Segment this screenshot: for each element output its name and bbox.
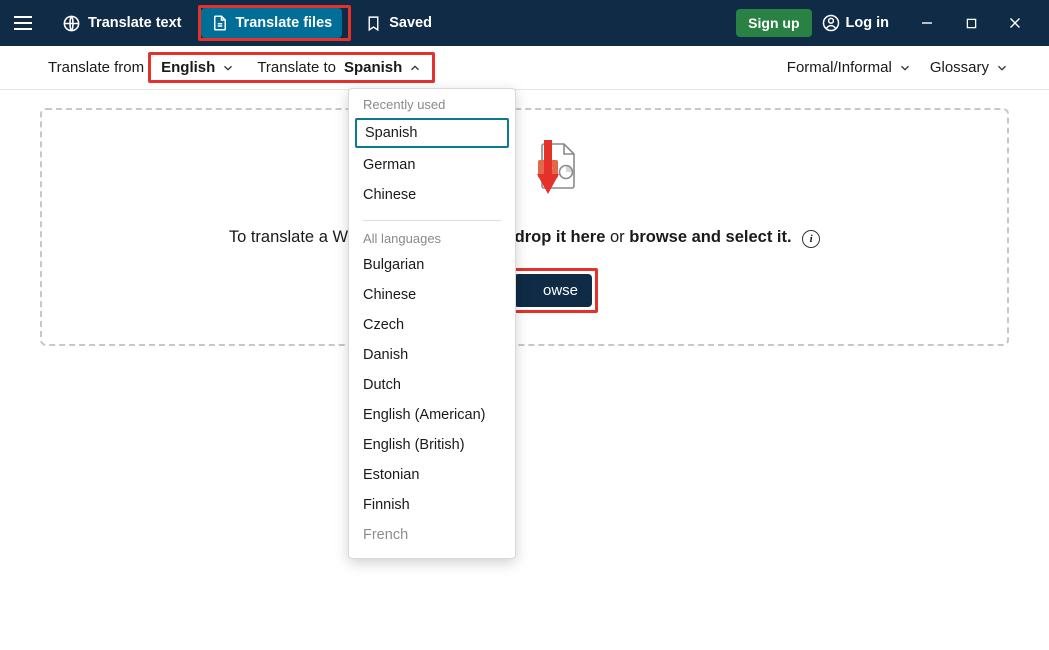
login-button[interactable]: Log in bbox=[822, 14, 890, 32]
dropdown-item[interactable]: Estonian bbox=[349, 460, 515, 490]
language-dropdown: Recently used Spanish German Chinese All… bbox=[348, 88, 516, 559]
formality-select[interactable]: Formal/Informal bbox=[787, 59, 912, 76]
nav-translate-files[interactable]: Translate files bbox=[201, 8, 343, 38]
window-minimize[interactable] bbox=[905, 8, 949, 38]
dropdown-item[interactable]: Danish bbox=[349, 340, 515, 370]
dropdown-item[interactable]: Chinese bbox=[349, 280, 515, 310]
dropdown-item[interactable]: Czech bbox=[349, 310, 515, 340]
window-close[interactable] bbox=[993, 8, 1037, 38]
chevron-down-icon bbox=[221, 61, 235, 75]
login-label: Log in bbox=[846, 15, 890, 31]
signup-label: Sign up bbox=[748, 15, 799, 31]
dropdown-item[interactable]: French bbox=[349, 520, 515, 550]
signup-button[interactable]: Sign up bbox=[736, 9, 811, 37]
chevron-down-icon bbox=[898, 61, 912, 75]
browse-button[interactable]: Browse bbox=[514, 274, 592, 307]
dropdown-item[interactable]: Dutch bbox=[349, 370, 515, 400]
dropdown-divider bbox=[363, 220, 501, 221]
user-icon bbox=[822, 14, 840, 32]
language-toolbar: Translate from English Translate to Span… bbox=[0, 46, 1049, 90]
window-controls bbox=[905, 8, 1037, 38]
from-language-select[interactable]: English bbox=[153, 55, 243, 80]
drop-text-full: To translate a Word or PowerPoint file, … bbox=[40, 228, 1009, 248]
dropdown-item[interactable]: Finnish bbox=[349, 490, 515, 520]
to-label: Translate to bbox=[257, 59, 336, 76]
from-language-value: English bbox=[161, 59, 215, 76]
dropdown-item-chinese[interactable]: Chinese bbox=[349, 180, 515, 210]
nav-translate-text-label: Translate text bbox=[88, 15, 182, 31]
dropdown-recent-label: Recently used bbox=[349, 91, 515, 116]
annotation-arrow bbox=[537, 140, 559, 196]
from-label: Translate from bbox=[48, 59, 144, 76]
nav-saved-label: Saved bbox=[389, 15, 432, 31]
to-language-select[interactable]: Spanish bbox=[336, 55, 430, 80]
nav-saved[interactable]: Saved bbox=[355, 9, 442, 38]
document-icon bbox=[211, 14, 229, 32]
to-language-value: Spanish bbox=[344, 59, 402, 76]
menu-icon[interactable] bbox=[12, 12, 34, 34]
dropdown-all-label: All languages bbox=[349, 225, 515, 250]
browse-wrap: Browse bbox=[508, 268, 598, 313]
dropdown-item[interactable]: English (American) bbox=[349, 400, 515, 430]
nav-translate-files-label: Translate files bbox=[236, 15, 333, 31]
info-icon[interactable]: i bbox=[802, 230, 820, 248]
nav-translate-text[interactable]: Translate text bbox=[52, 8, 192, 39]
chevron-down-icon bbox=[995, 61, 1009, 75]
dropdown-item-spanish[interactable]: Spanish bbox=[355, 118, 509, 148]
formality-label: Formal/Informal bbox=[787, 59, 892, 76]
bookmark-icon bbox=[365, 15, 382, 32]
chevron-up-icon bbox=[408, 61, 422, 75]
window-maximize[interactable] bbox=[949, 8, 993, 38]
glossary-label: Glossary bbox=[930, 59, 989, 76]
dropdown-item[interactable]: English (British) bbox=[349, 430, 515, 460]
top-bar: Translate text Translate files Saved Sig… bbox=[0, 0, 1049, 46]
glossary-select[interactable]: Glossary bbox=[930, 59, 1009, 76]
globe-icon bbox=[62, 14, 81, 33]
dropdown-item[interactable]: Bulgarian bbox=[349, 250, 515, 280]
dropdown-item-german[interactable]: German bbox=[349, 150, 515, 180]
